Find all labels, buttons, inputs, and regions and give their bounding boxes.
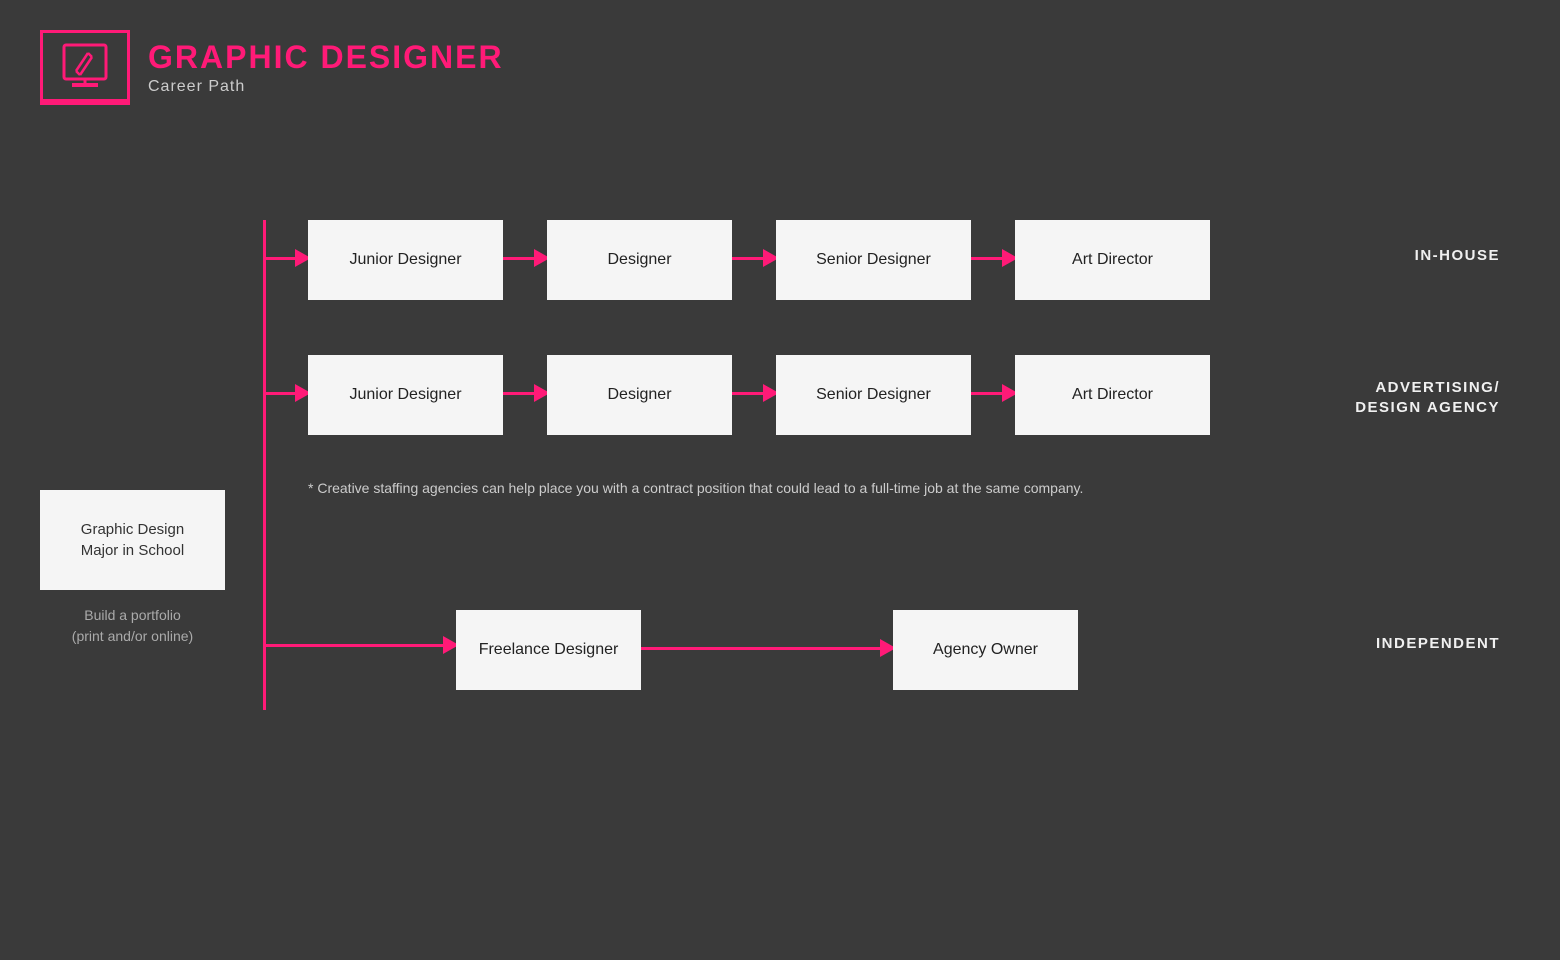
- header-title: GRAPHIC DESIGNER: [148, 39, 504, 76]
- arrow-inhouse-2: [732, 257, 767, 260]
- note: * Creative staffing agencies can help pl…: [308, 480, 1360, 496]
- agency-senior-designer: Senior Designer: [776, 355, 971, 435]
- header-text: GRAPHIC DESIGNER Career Path: [148, 39, 504, 96]
- inhouse-junior-designer: Junior Designer: [308, 220, 503, 300]
- independent-label: INDEPENDENT: [1376, 633, 1500, 654]
- start-node: Graphic DesignMajor in School: [40, 490, 225, 590]
- agency-art-director: Art Director: [1015, 355, 1210, 435]
- diagram: Graphic DesignMajor in School Build a po…: [0, 160, 1560, 900]
- inhouse-art-director: Art Director: [1015, 220, 1210, 300]
- arrow-agency-3: [971, 392, 1006, 395]
- inhouse-senior-designer: Senior Designer: [776, 220, 971, 300]
- arrow-indep-1: [641, 647, 885, 650]
- portfolio-text: Build a portfolio(print and/or online): [40, 605, 225, 647]
- arrow-indep-h: [263, 644, 448, 647]
- indep-agency-owner: Agency Owner: [893, 610, 1078, 690]
- header-subtitle: Career Path: [148, 78, 504, 96]
- agency-label: ADVERTISING/DESIGN AGENCY: [1355, 378, 1500, 419]
- arrow-agency-1: [503, 392, 538, 395]
- arrow-inhouse-3: [971, 257, 1006, 260]
- spine-vertical: [263, 220, 266, 710]
- header: GRAPHIC DESIGNER Career Path: [40, 30, 504, 105]
- logo: [40, 30, 130, 105]
- inhouse-label: IN-HOUSE: [1415, 245, 1500, 266]
- agency-designer: Designer: [547, 355, 732, 435]
- arrow-agency-2: [732, 392, 767, 395]
- inhouse-designer: Designer: [547, 220, 732, 300]
- indep-freelance-designer: Freelance Designer: [456, 610, 641, 690]
- arrow-inhouse-1: [503, 257, 538, 260]
- agency-junior-designer: Junior Designer: [308, 355, 503, 435]
